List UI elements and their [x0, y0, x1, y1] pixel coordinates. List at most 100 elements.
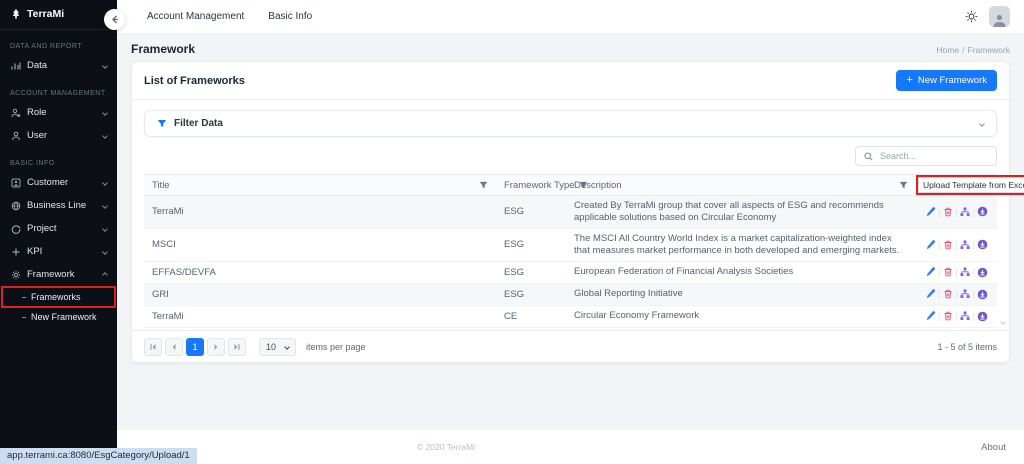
sidebar-item-business-line[interactable]: Business Line — [0, 194, 117, 217]
chevron-down-icon — [102, 202, 108, 209]
cell-type: CE — [496, 305, 566, 328]
table-row[interactable]: TerraMi ESG Created By TerraMi group tha… — [144, 195, 997, 229]
sidebar-item-label: Framework — [27, 269, 75, 280]
chevron-down-icon — [102, 109, 108, 116]
last-page-button[interactable] — [228, 337, 246, 356]
cell-description: Global Reporting Initiative — [566, 283, 916, 306]
cell-description: European Federation of Financial Analysi… — [566, 261, 916, 284]
search-box — [855, 146, 997, 166]
items-per-page-label: items per page — [306, 341, 366, 352]
delete-icon[interactable] — [941, 205, 954, 218]
customer-icon — [10, 177, 21, 188]
column-label: Title — [152, 179, 170, 191]
sidebar-item-customer[interactable]: Customer — [0, 171, 117, 194]
sidebar-subitem-new-framework[interactable]: New Framework — [3, 308, 114, 326]
search-input[interactable] — [878, 150, 988, 162]
divider: | — [938, 311, 941, 321]
upload-template-button[interactable]: Upload Template from Excel — [918, 177, 1024, 193]
hierarchy-icon[interactable] — [959, 310, 972, 323]
brand-logo[interactable]: TerraMi — [0, 0, 117, 30]
delete-icon[interactable] — [941, 238, 954, 251]
sidebar-section-data-and-report: DATA AND REPORT — [10, 43, 83, 50]
about-link[interactable]: About — [981, 442, 1006, 453]
topnav-account-management[interactable]: Account Management — [147, 11, 244, 22]
sidebar-item-user[interactable]: User — [0, 124, 117, 147]
page-header: Framework Home / Framework — [117, 34, 1024, 61]
prev-page-button[interactable] — [165, 337, 183, 356]
table-row[interactable]: TerraMi CE Circular Economy Framework | |… — [144, 305, 997, 328]
download-icon[interactable] — [976, 266, 989, 279]
page-size-value: 10 — [266, 341, 277, 352]
next-page-button[interactable] — [207, 337, 225, 356]
filter-data-panel[interactable]: Filter Data — [144, 110, 997, 137]
chevron-down-icon — [102, 248, 108, 255]
divider: | — [938, 239, 941, 250]
brand-name: TerraMi — [27, 8, 65, 20]
chevron-down-icon — [979, 120, 985, 127]
project-icon — [10, 223, 21, 234]
filter-left: Filter Data — [157, 118, 223, 129]
bullet-dash — [22, 296, 26, 298]
download-icon[interactable] — [976, 310, 989, 323]
edit-icon[interactable] — [924, 205, 937, 218]
divider: | — [972, 206, 976, 217]
edit-icon[interactable] — [924, 238, 937, 251]
sidebar-collapse-button[interactable] — [104, 9, 125, 30]
scrollbar-chevron-icon[interactable] — [1000, 319, 1006, 325]
sidebar-item-framework[interactable]: Framework — [0, 263, 117, 286]
pagination-bar: 1 10 items per page 1 - 5 of 5 items — [132, 330, 1009, 362]
edit-icon[interactable] — [924, 266, 937, 279]
filter-funnel-icon[interactable] — [899, 181, 908, 190]
download-icon[interactable] — [976, 238, 989, 251]
delete-icon[interactable] — [941, 266, 954, 279]
filter-funnel-icon — [157, 119, 167, 129]
theme-toggle-sun-icon[interactable] — [963, 9, 979, 25]
hierarchy-icon[interactable] — [959, 205, 972, 218]
hierarchy-icon[interactable] — [959, 266, 972, 279]
page-number-button[interactable]: 1 — [186, 337, 204, 356]
cell-description: Created By TerraMi group that cover all … — [566, 195, 916, 229]
page-title: Framework — [131, 42, 196, 56]
download-icon[interactable] — [976, 288, 989, 301]
breadcrumb-current: Framework — [967, 45, 1010, 55]
column-label: Framework Type — [504, 179, 575, 191]
divider: | — [955, 206, 958, 217]
hierarchy-icon[interactable] — [959, 288, 972, 301]
page-size-select[interactable]: 10 — [259, 337, 297, 356]
sidebar-item-project[interactable]: Project — [0, 217, 117, 240]
sidebar-item-kpi[interactable]: KPI — [0, 240, 117, 263]
role-icon — [10, 107, 21, 118]
divider: | — [955, 311, 958, 321]
chevron-up-icon — [102, 271, 108, 278]
sidebar-item-label: Data — [27, 60, 48, 71]
table-row[interactable]: GRI ESG Global Reporting Initiative | | | — [144, 283, 997, 306]
download-icon[interactable] — [976, 205, 989, 218]
divider: | — [972, 311, 976, 321]
page-footer: © 2020 TerraMi About — [117, 430, 1024, 464]
frameworks-table: Title Framework Type Description Upload … — [144, 174, 1024, 328]
search-icon — [864, 151, 873, 161]
table-row[interactable]: EFFAS/DEVFA ESG European Federation of F… — [144, 261, 997, 284]
filter-funnel-icon[interactable] — [479, 181, 488, 190]
table-header-row: Title Framework Type Description Upload … — [144, 174, 1024, 196]
cell-actions: | | | — [916, 261, 997, 284]
edit-icon[interactable] — [924, 310, 937, 323]
sidebar-item-data[interactable]: Data — [0, 54, 117, 77]
user-avatar[interactable] — [989, 6, 1010, 27]
edit-icon[interactable] — [924, 288, 937, 301]
first-page-button[interactable] — [144, 337, 162, 356]
breadcrumb-home[interactable]: Home — [936, 45, 959, 55]
topnav-basic-info[interactable]: Basic Info — [268, 11, 312, 22]
delete-icon[interactable] — [941, 310, 954, 323]
new-framework-button[interactable]: + New Framework — [896, 70, 997, 91]
breadcrumb: Home / Framework — [936, 45, 1010, 55]
filter-label: Filter Data — [174, 118, 223, 129]
table-row[interactable]: MSCI ESG The MSCI All Country World Inde… — [144, 228, 997, 262]
sidebar-item-role[interactable]: Role — [0, 101, 117, 124]
sidebar-subitem-frameworks[interactable]: Frameworks — [3, 288, 114, 306]
kpi-icon — [10, 246, 21, 257]
hierarchy-icon[interactable] — [959, 238, 972, 251]
bullet-dash — [22, 316, 26, 318]
sidebar-section-account-management: ACCOUNT MANAGEMENT — [10, 90, 106, 97]
delete-icon[interactable] — [941, 288, 954, 301]
